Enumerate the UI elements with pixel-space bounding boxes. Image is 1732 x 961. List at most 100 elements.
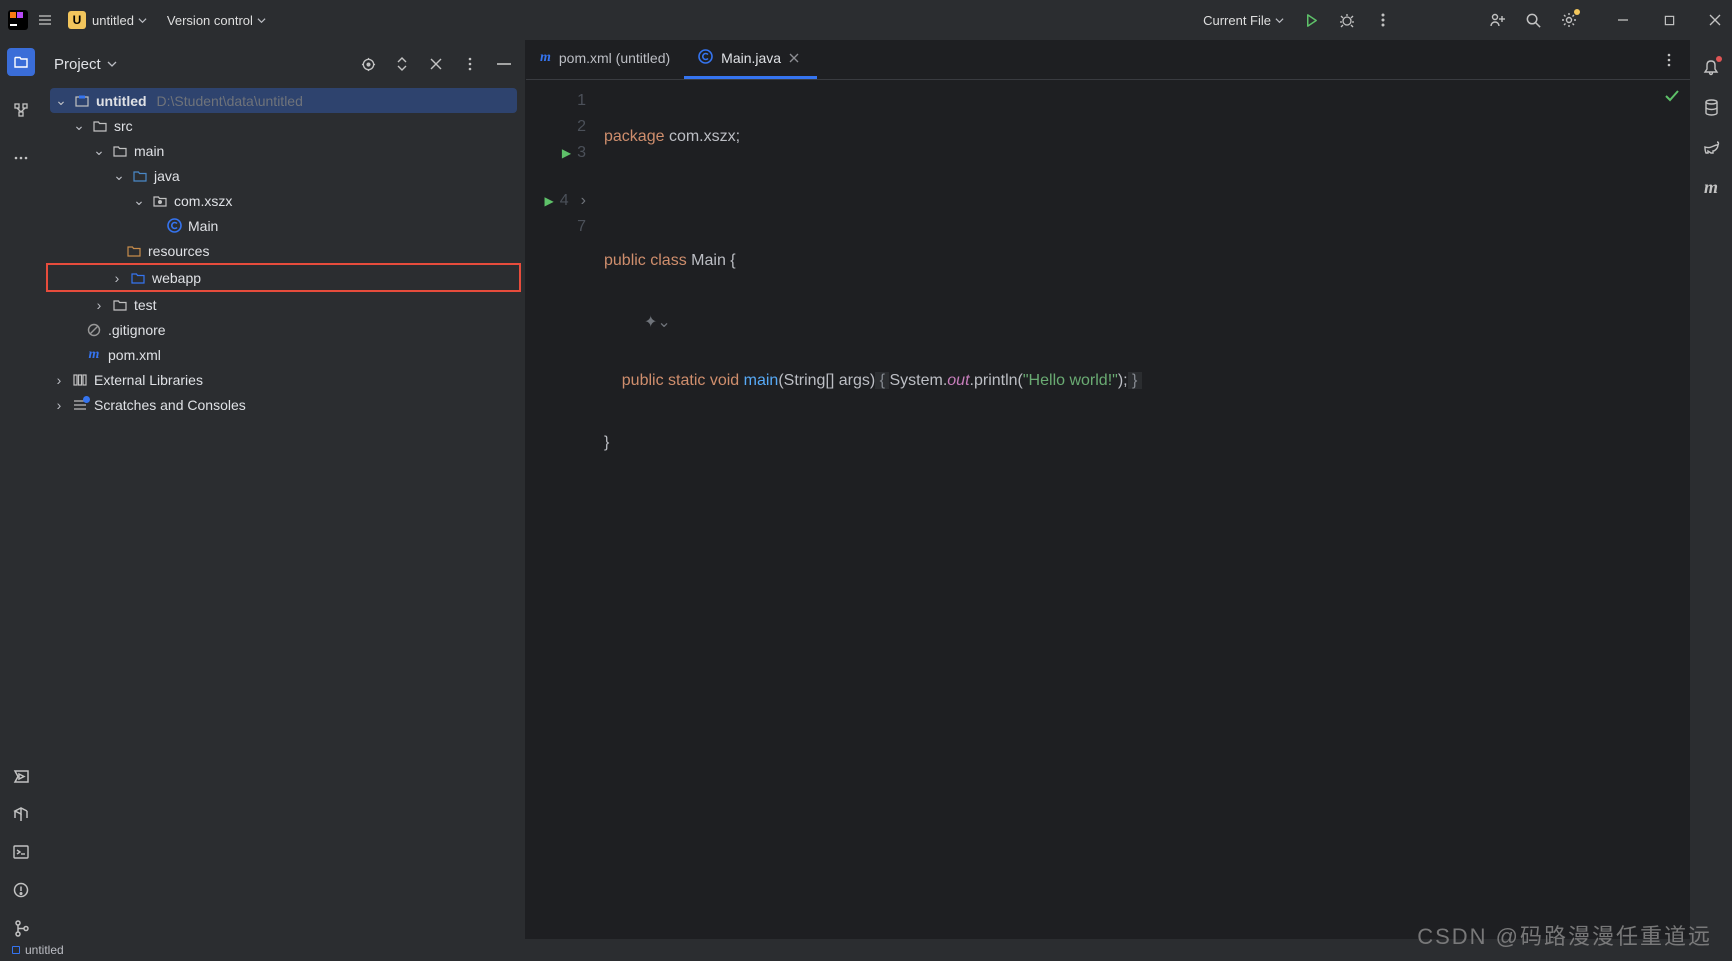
panel-options-icon[interactable] <box>461 55 479 73</box>
tab-label: Main.java <box>721 50 781 66</box>
tree-label: resources <box>148 243 209 259</box>
ai-suggest-icon[interactable]: ✦⌄ <box>644 314 671 331</box>
code-keyword: static <box>668 372 710 389</box>
tree-pom[interactable]: m pom.xml <box>50 342 517 367</box>
services-icon[interactable] <box>12 767 30 785</box>
status-project-name: untitled <box>25 943 64 957</box>
tree-external[interactable]: › External Libraries <box>50 367 517 392</box>
editor-tabs: m pom.xml (untitled) Main.java <box>526 40 1690 80</box>
code-fold: } <box>1128 372 1142 389</box>
tree-root[interactable]: ⌄ untitled D:\Student\data\untitled <box>50 88 517 113</box>
maximize-icon[interactable] <box>1660 11 1678 29</box>
code-keyword: package <box>604 128 669 145</box>
code-fold: { <box>875 372 889 389</box>
database-icon[interactable] <box>1702 98 1720 116</box>
tab-main[interactable]: Main.java <box>684 40 817 79</box>
code-text: } <box>604 430 1690 456</box>
module-indicator-icon <box>12 946 20 954</box>
run-line-icon[interactable]: ▶ <box>562 140 571 166</box>
tree-scratches[interactable]: › Scratches and Consoles <box>50 392 517 417</box>
project-tree[interactable]: ⌄ untitled D:\Student\data\untitled ⌄ sr… <box>42 88 525 939</box>
code-text: Main { <box>691 252 735 269</box>
terminal-icon[interactable] <box>12 843 30 861</box>
code-content[interactable]: package com.xszx; public class Main { ✦⌄… <box>596 80 1690 939</box>
tree-label: test <box>134 297 157 313</box>
tree-label: untitled <box>96 93 147 109</box>
project-tool-button[interactable] <box>7 48 35 76</box>
minimize-icon[interactable] <box>1614 11 1632 29</box>
tree-package[interactable]: ⌄ com.xszx <box>50 188 517 213</box>
notifications-icon[interactable] <box>1702 58 1720 76</box>
chevron-down-icon[interactable] <box>107 59 117 69</box>
settings-icon[interactable] <box>1560 11 1578 29</box>
tree-webapp[interactable]: › webapp <box>48 265 519 290</box>
maven-icon: m <box>86 347 102 363</box>
project-name: untitled <box>92 13 134 28</box>
tree-gitignore[interactable]: .gitignore <box>50 317 517 342</box>
search-icon[interactable] <box>1524 11 1542 29</box>
panel-title: Project <box>54 56 101 73</box>
vcs-icon[interactable] <box>12 919 30 937</box>
debug-button[interactable] <box>1338 11 1356 29</box>
libraries-icon <box>72 372 88 388</box>
tree-main[interactable]: ⌄ main <box>50 138 517 163</box>
more-tools-button[interactable] <box>7 144 35 172</box>
status-project[interactable]: untitled <box>12 943 64 957</box>
tree-label: Main <box>188 218 218 234</box>
run-line-icon[interactable]: ▶ <box>545 188 554 214</box>
maven-tool-icon[interactable]: m <box>1702 178 1720 196</box>
analysis-ok-icon[interactable] <box>1664 88 1680 109</box>
run-button[interactable] <box>1302 11 1320 29</box>
code-with-me-icon[interactable] <box>1488 11 1506 29</box>
ignore-icon <box>86 322 102 338</box>
tree-label: com.xszx <box>174 193 232 209</box>
problems-icon[interactable] <box>12 881 30 899</box>
run-config-selector[interactable]: Current File <box>1203 13 1284 28</box>
hide-panel-icon[interactable] <box>495 55 513 73</box>
gradle-icon[interactable] <box>1702 138 1720 156</box>
more-actions-icon[interactable] <box>1374 11 1392 29</box>
code-keyword: public <box>604 252 650 269</box>
tab-options-icon[interactable] <box>1660 51 1678 69</box>
app-logo <box>8 10 28 30</box>
tree-src[interactable]: ⌄ src <box>50 113 517 138</box>
tree-path: D:\Student\data\untitled <box>157 93 303 109</box>
line-number: 2 <box>577 114 586 140</box>
panel-header: Project <box>42 40 525 88</box>
collapse-all-icon[interactable] <box>427 55 445 73</box>
project-badge[interactable]: U <box>68 11 86 29</box>
code-keyword: public <box>622 372 668 389</box>
select-opened-icon[interactable] <box>359 55 377 73</box>
close-tab-icon[interactable] <box>789 50 803 66</box>
project-selector[interactable]: untitled <box>92 13 147 28</box>
chevron-down-icon <box>138 16 147 25</box>
tab-pom[interactable]: m pom.xml (untitled) <box>526 40 684 79</box>
code-text: (String[] args) <box>778 372 875 389</box>
tree-resources[interactable]: resources <box>50 238 517 263</box>
scratches-icon <box>72 397 88 413</box>
maven-icon: m <box>540 50 551 66</box>
structure-tool-button[interactable] <box>7 96 35 124</box>
build-icon[interactable] <box>12 805 30 823</box>
expand-collapse-icon[interactable] <box>393 55 411 73</box>
vcs-label: Version control <box>167 13 253 28</box>
tree-label: Scratches and Consoles <box>94 397 246 413</box>
folder-icon <box>112 297 128 313</box>
close-icon[interactable] <box>1706 11 1724 29</box>
tree-java[interactable]: ⌄ java <box>50 163 517 188</box>
code-string: "Hello world!" <box>1023 372 1118 389</box>
hamburger-icon[interactable] <box>36 11 54 29</box>
tree-label: pom.xml <box>108 347 161 363</box>
watermark: CSDN @码路漫漫任重道远 <box>1417 919 1712 951</box>
editor-area: m pom.xml (untitled) Main.java 1 2 ▶3 ▶4… <box>526 40 1690 939</box>
code-field: out <box>947 372 969 389</box>
code-editor[interactable]: 1 2 ▶3 ▶4› 7 package com.xszx; public cl… <box>526 80 1690 939</box>
vcs-selector[interactable]: Version control <box>167 13 266 28</box>
tree-label: External Libraries <box>94 372 203 388</box>
tree-test[interactable]: › test <box>50 292 517 317</box>
tab-label: pom.xml (untitled) <box>559 50 670 66</box>
source-folder-icon <box>132 168 148 184</box>
tree-label: src <box>114 118 133 134</box>
tree-class[interactable]: Main <box>50 213 517 238</box>
fold-icon[interactable]: › <box>581 188 586 214</box>
